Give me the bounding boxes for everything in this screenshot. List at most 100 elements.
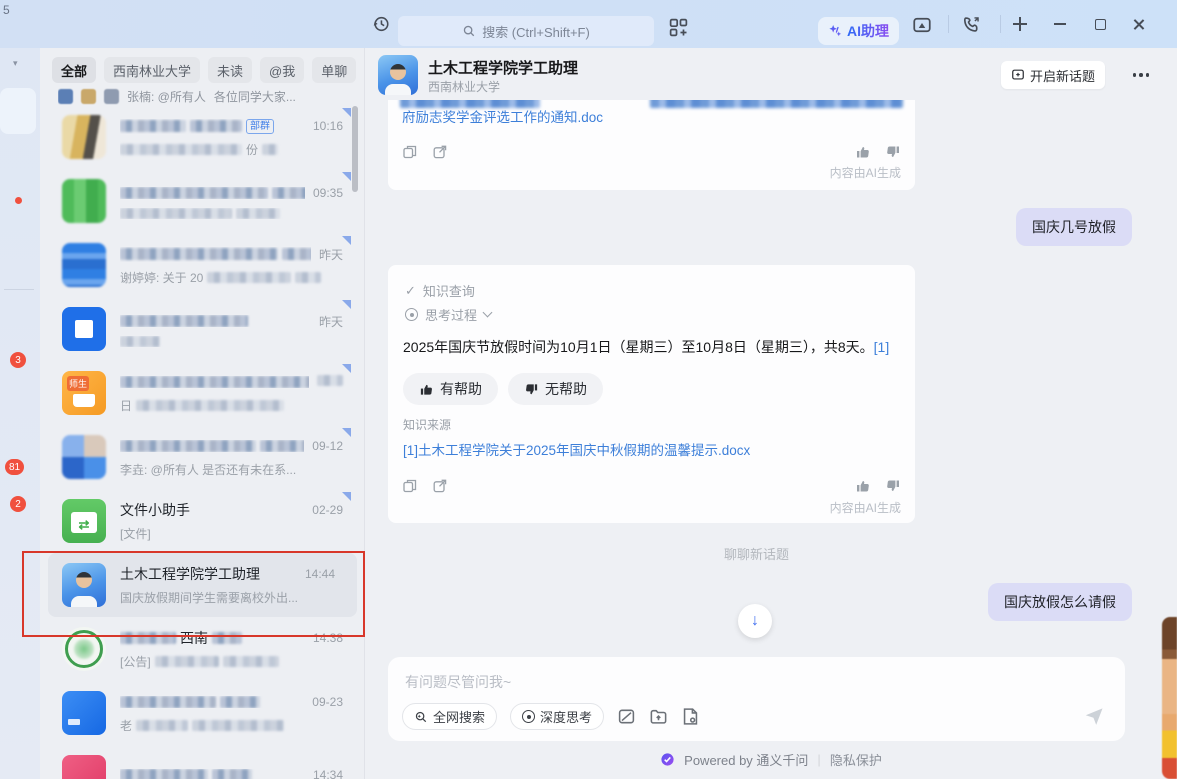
chat-list-panel: 全部 西南林业大学 未读 @我 单聊 张楠: @所有人 各位同学大家... 部群… [40,48,365,779]
text-fragment: 李垚: @所有人 是否还有未在系... [120,461,296,478]
partial-preview: 各位同学大家... [214,88,296,105]
thumb-up-icon[interactable] [855,478,871,494]
redacted-text [192,720,284,731]
ai-sparkle-icon [828,24,843,39]
mini-avatar [81,89,96,104]
phone-call-icon[interactable] [962,15,981,34]
search-input[interactable]: 搜索 (Ctrl+Shift+F) [398,16,654,46]
redacted-text [220,696,260,708]
chat-name [120,769,305,779]
chat-list-item[interactable]: 土木工程学院学工助理14:44国庆放假期间学生需要离校外出... [48,553,357,617]
ai-answer-card: ✓ 知识查询 思考过程 2025年国庆节放假时间为10月1日（星期三）至10月8… [388,265,915,523]
tab-all[interactable]: 全部 [52,57,96,83]
redacted-text [120,187,268,199]
not-helpful-button[interactable]: 无帮助 [508,373,603,405]
chat-list-item[interactable]: ⇄文件小助手02-29[文件] [40,489,365,553]
chat-time: 14:38 [313,631,343,645]
step-knowledge-query: ✓ 知识查询 [405,281,475,300]
chat-preview: 国庆放假期间学生需要离校外出... [120,589,335,606]
chat-name: 土木工程学院学工助理 [120,564,297,584]
chat-time: 14:34 [313,768,343,779]
redacted-text [120,315,248,327]
deep-think-icon [522,710,535,723]
rail-badge: 2 [10,496,26,512]
powered-by-text: Powered by 通义千问 [684,750,808,769]
chat-row-main: 09:35 [120,183,365,219]
copy-icon[interactable] [402,144,418,160]
minimize-button[interactable] [1048,12,1072,36]
message-composer[interactable]: 有问题尽管问我~ 全网搜索 深度思考 [388,657,1125,741]
ai-generated-note: 内容由AI生成 [830,164,901,181]
scroll-to-bottom-button[interactable]: ↓ [738,604,772,638]
pinned-corner-indicator [342,236,351,245]
text-fragment: [公告] [120,653,151,670]
rail-active-item[interactable] [0,88,36,134]
copy-icon[interactable] [402,478,418,494]
screenshot-icon[interactable] [617,707,636,726]
chat-more-icon[interactable] [1133,64,1150,86]
thumb-up-icon[interactable] [855,144,871,160]
sidebar-scrollbar[interactable] [352,106,358,192]
tab-direct[interactable]: 单聊 [312,57,356,83]
chat-list-item[interactable]: 师生日 [40,361,365,425]
screen-share-icon[interactable] [912,15,932,35]
chat-row-main: 09-12李垚: @所有人 是否还有未在系... [120,436,365,478]
tab-mentions[interactable]: @我 [260,57,304,83]
pinned-corner-indicator [342,172,351,181]
upload-folder-icon[interactable] [649,707,668,726]
chat-list-item[interactable]: 昨天 [40,297,365,361]
send-button[interactable] [1083,704,1105,726]
tab-unread[interactable]: 未读 [208,57,252,83]
helpful-button[interactable]: 有帮助 [403,373,498,405]
privacy-link[interactable]: 隐私保护 [830,750,882,769]
redacted-text [212,769,252,779]
history-icon[interactable] [372,15,390,33]
ai-assistant-button[interactable]: AI助理 [818,17,899,45]
open-external-icon[interactable] [432,144,448,160]
chat-list-item[interactable]: 部群10:16份 [40,105,365,169]
doc-attachment-link[interactable]: 府励志奖学金评选工作的通知.doc [402,106,603,126]
chat-list-item-partial[interactable]: 张楠: @所有人 各位同学大家... [58,88,350,105]
peeking-character-sticker [1162,617,1177,779]
web-search-toggle[interactable]: 全网搜索 [402,703,497,730]
chat-list-item[interactable]: 群昨天谢婷婷: 关于 20 [40,233,365,297]
new-topic-button[interactable]: 开启新话题 [1001,61,1105,89]
user-message-bubble: 国庆放假怎么请假 [988,583,1132,621]
redacted-text [120,696,216,708]
footer-divider: | [817,752,820,767]
thumb-down-icon[interactable] [885,478,901,494]
chat-avatar: 师生 [62,371,106,415]
pinned-corner-indicator [342,364,351,373]
chat-list-item[interactable]: 09-23老 [40,681,365,745]
step-thinking-process[interactable]: 思考过程 [405,305,491,324]
redacted-text [120,248,278,260]
open-external-icon[interactable] [432,478,448,494]
titlebar-divider [1000,15,1001,33]
chat-list-item[interactable]: 西南14:38[公告] [40,617,365,681]
chat-row-main: 文件小助手02-29[文件] [120,500,365,542]
footer: Powered by 通义千问 | 隐私保护 [365,750,1177,769]
chat-list-item[interactable]: 14:34 [40,745,365,779]
text-fragment: 份 [246,141,258,158]
chat-list-item[interactable]: 09:35 [40,169,365,233]
apps-grid-icon[interactable] [668,17,689,38]
knowledge-source-link[interactable]: [1]土木工程学院关于2025年国庆中秋假期的温馨提示.docx [403,439,750,459]
file-doc-icon[interactable] [681,707,700,726]
chat-preview: 李垚: @所有人 是否还有未在系... [120,461,343,478]
citation-ref[interactable]: [1] [874,339,890,355]
deep-think-toggle[interactable]: 深度思考 [510,703,604,730]
thumb-down-icon[interactable] [885,144,901,160]
maximize-button[interactable] [1088,12,1112,36]
dingtalk-window: 5 搜索 (Ctrl+Shift+F) [0,0,1177,779]
new-chat-plus-icon[interactable] [1008,12,1032,36]
chat-header-avatar[interactable] [378,55,418,95]
rail-caret-icon[interactable]: ▾ [13,58,18,69]
redacted-text [120,376,309,388]
tab-university[interactable]: 西南林业大学 [104,57,200,83]
chat-list-item[interactable]: 09-12李垚: @所有人 是否还有未在系... [40,425,365,489]
rail-divider [4,289,34,290]
pinned-corner-indicator [342,300,351,309]
search-icon [462,24,476,38]
close-button[interactable] [1126,12,1150,36]
rail-badge: 3 [10,352,26,368]
